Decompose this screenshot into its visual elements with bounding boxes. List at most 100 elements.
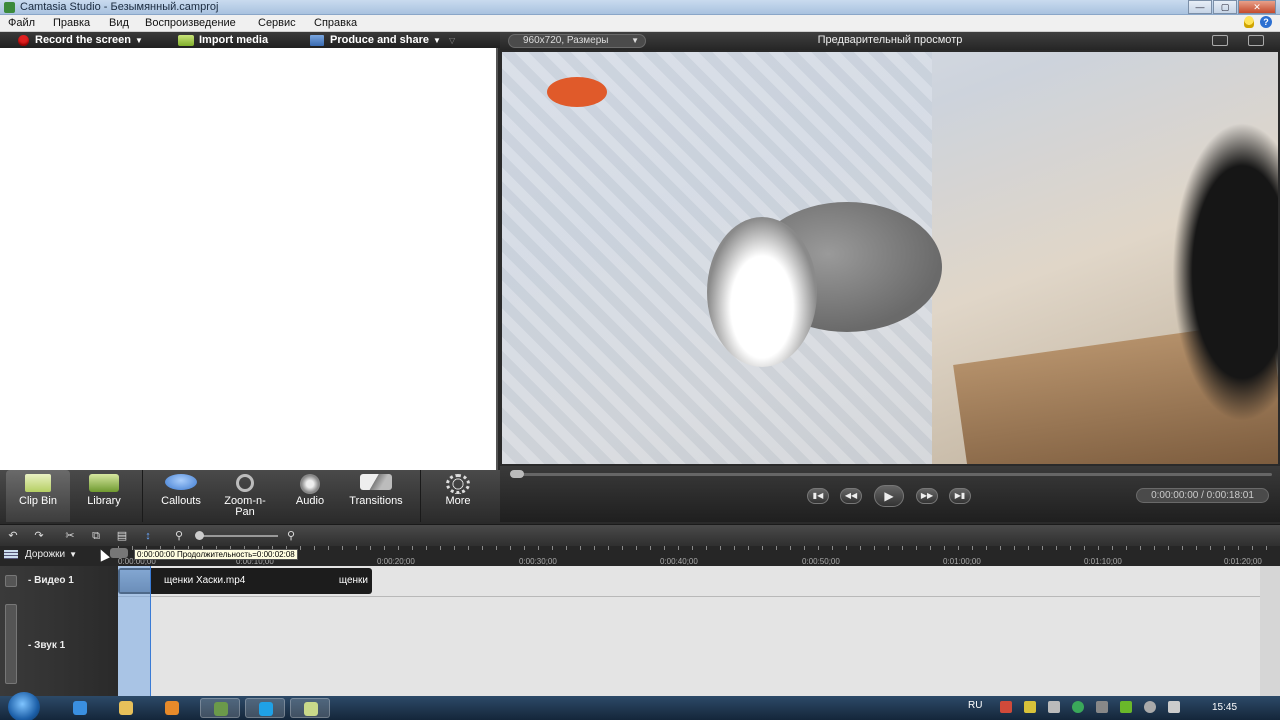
tray-icon-5[interactable] [1096,701,1108,713]
clip-bin-panel[interactable] [0,48,498,470]
tray-icon-3[interactable] [1048,701,1060,713]
start-button[interactable] [8,692,40,720]
track-header-video-1[interactable]: - Видео 1 [0,566,118,596]
magnifier-icon [236,474,254,492]
timeline-tracks[interactable]: щенки Хаски.mp4 щенки [118,566,1260,696]
timeline-zoom-handle[interactable] [195,531,204,540]
volume-icon[interactable] [1168,701,1180,713]
minimize-button[interactable]: — [1188,0,1212,14]
tab-audio[interactable]: Audio [280,470,340,522]
fullscreen-icon[interactable] [1212,35,1228,46]
camtasia-app-icon [4,2,15,13]
chevron-down-icon: ▼ [433,35,441,45]
copy-icon[interactable]: ⧉ [89,530,103,542]
lightbulb-icon[interactable] [1244,16,1254,28]
tab-transitions[interactable]: Transitions [342,470,410,522]
video-preview-canvas[interactable] [502,52,1278,464]
tab-more[interactable]: More [428,470,488,522]
tray-icon-2[interactable] [1024,701,1036,713]
video-frame-toy [547,77,607,107]
import-media-icon [178,34,194,46]
timeline-zoom-slider[interactable] [198,535,278,537]
scrub-handle[interactable] [510,470,524,478]
ruler-label: 0:00:40;00 [660,557,698,566]
tracks-icon [4,550,18,559]
help-icons: ? [1244,16,1272,28]
split-icon[interactable]: ↕ [141,530,155,542]
menu-edit[interactable]: Правка [53,17,90,29]
tray-icon-4[interactable] [1072,701,1084,713]
nvidia-icon[interactable] [1120,701,1132,713]
zoom-in-icon[interactable]: ⚲ [284,530,298,542]
playback-controls: ▮◀ ◀◀ ▶ ▶▶ ▶▮ 0:00:00:00 / 0:00:18:01 [500,466,1280,522]
tab-clip-bin[interactable]: Clip Bin [6,470,70,522]
produce-share-button[interactable]: Produce and share ▼ ▽ [310,33,455,47]
language-indicator[interactable]: RU [968,700,982,711]
track-header-audio-1[interactable]: - Звук 1 [0,596,118,696]
menu-view[interactable]: Вид [109,17,129,29]
playhead-handle[interactable] [110,548,128,558]
menu-help[interactable]: Справка [314,17,357,29]
menu-tools[interactable]: Сервис [258,17,296,29]
tab-callouts[interactable]: Callouts [150,470,212,522]
zoom-out-icon[interactable]: ⚲ [172,530,186,542]
callouts-icon [165,474,197,490]
fast-forward-button[interactable]: ▶▶ [916,488,938,504]
cut-icon[interactable]: ✂ [63,530,77,542]
produce-icon [310,34,324,46]
taskbar-app-1[interactable] [200,698,240,718]
lock-icon[interactable] [5,604,17,684]
taskbar-skype[interactable] [245,698,285,718]
window-title: Camtasia Studio - Безымянный.camproj [20,1,219,13]
windows-taskbar: RU 15:45 [0,692,1280,720]
record-screen-button[interactable]: Record the screen ▼ [18,33,143,47]
redo-icon[interactable]: ↷ [32,530,46,542]
maximize-button[interactable]: ▢ [1213,0,1237,14]
transitions-icon [360,474,392,490]
track-name: - Звук 1 [28,640,66,651]
taskbar-ie[interactable] [60,698,100,718]
taskbar-camtasia[interactable] [290,698,330,718]
selection-range[interactable] [118,566,151,696]
tab-library-label: Library [87,495,121,507]
title-bar: Camtasia Studio - Безымянный.camproj — ▢… [0,0,1280,15]
tab-library[interactable]: Library [72,470,136,522]
tray-icon-1[interactable] [1000,701,1012,713]
jump-start-button[interactable]: ▮◀ [807,488,829,504]
tab-audio-label: Audio [295,495,325,507]
timeline-clip[interactable]: щенки Хаски.mp4 щенки [118,568,372,594]
track-headers: - Видео 1 - Звук 1 [0,566,118,696]
tab-zoom-n-pan[interactable]: Zoom-n- Pan [214,470,276,522]
timeline-vertical-scrollbar[interactable] [1260,566,1280,696]
taskbar-media-player[interactable] [152,698,192,718]
chevron-down-icon: ▼ [69,550,78,559]
jump-end-button[interactable]: ▶▮ [949,488,971,504]
lock-icon[interactable] [5,575,17,587]
play-button[interactable]: ▶ [874,485,904,507]
paste-icon[interactable]: ▤ [115,530,129,542]
tracks-dropdown[interactable]: Дорожки ▼ [4,549,77,560]
preview-header: 960x720, Размеры ▼ Предварительный просм… [500,32,1280,50]
help-icon[interactable]: ? [1260,16,1272,28]
speaker-icon [300,474,320,494]
network-icon[interactable] [1144,701,1156,713]
task-divider [420,470,421,522]
taskbar-explorer[interactable] [106,698,146,718]
timeline-ruler[interactable]: Дорожки ▼ 0:00:00;00 0:00:10;00 0:00:20;… [0,546,1280,566]
toolbar-overflow-icon[interactable]: ▽ [449,36,455,45]
library-icon [89,474,119,492]
menu-playback[interactable]: Воспроизведение [145,17,236,29]
time-display: 0:00:00:00 / 0:00:18:01 [1136,488,1269,503]
clock[interactable]: 15:45 [1212,702,1237,713]
rewind-button[interactable]: ◀◀ [840,488,862,504]
task-tabs: Clip Bin Library Callouts Zoom-n- Pan Au… [0,470,500,522]
preview-title: Предварительный просмотр [817,34,963,46]
menu-bar: Файл Правка Вид Воспроизведение Сервис С… [0,15,1280,32]
import-media-button[interactable]: Import media [178,33,268,47]
undo-icon[interactable]: ↶ [6,530,20,542]
menu-file[interactable]: Файл [8,17,35,29]
close-button[interactable]: ✕ [1238,0,1276,14]
ruler-label: 0:01:10;00 [1084,557,1122,566]
scrub-bar[interactable] [514,473,1272,476]
detach-preview-icon[interactable] [1248,35,1264,46]
